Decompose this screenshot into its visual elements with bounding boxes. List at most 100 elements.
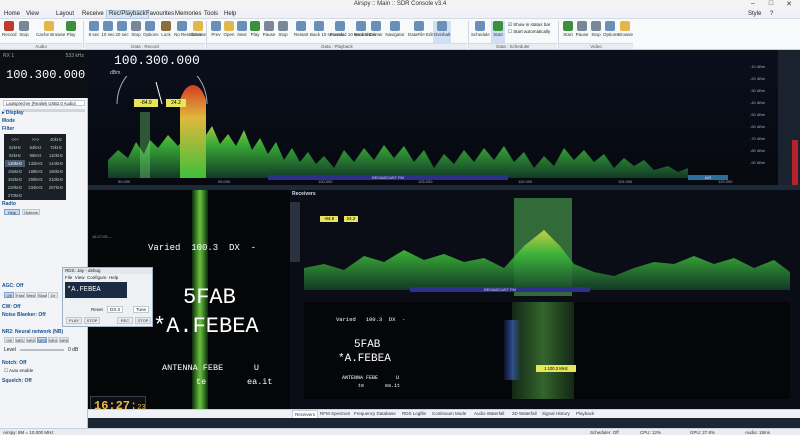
agc-slow-button[interactable]: Slow [37,292,47,298]
playback-play-button[interactable]: Play [248,21,262,37]
record-10sec-button[interactable]: 10 sec [101,21,115,37]
audio-play-button[interactable]: Play [64,21,78,37]
rds-play-button[interactable]: PLAY [66,317,82,324]
filter-option[interactable]: 270kHz [5,192,25,199]
playback-prev-button[interactable]: Prev [209,21,223,37]
menu-view[interactable]: View [26,11,39,17]
filter-option[interactable] [26,192,46,199]
record-options-button[interactable]: Options [143,21,159,37]
audio-record-button[interactable]: Record [2,21,17,37]
filter-option[interactable]: 200kHz [26,176,46,183]
scheduler-schedule-button[interactable]: Schedule [471,21,490,37]
nr1-button[interactable]: NR1 [15,337,25,343]
menu-memories[interactable]: Memories [175,11,201,17]
receivers-waterfall[interactable]: Varied 100.3 DX - 5FAB *A.FEBEA ANTENNA … [304,302,790,399]
rds-rec-stop-button[interactable]: STOP [135,317,151,324]
rx-frequency[interactable]: 100.300.000 [6,68,85,82]
tab-frequency-database[interactable]: Frequency Database [354,411,396,416]
playback-next-button[interactable]: Next [235,21,249,37]
agc-dr-button[interactable]: Dr [48,292,58,298]
playback-navigator-button[interactable]: Navigator [385,21,405,37]
receivers-toolbar[interactable] [290,202,300,262]
playback-back10-button[interactable]: Back 10 seconds [310,21,344,37]
rds-dialog[interactable]: RDS: Jay - debug File View Configure Hel… [62,267,153,327]
menu-layout[interactable]: Layout [56,11,74,17]
level-slider[interactable] [20,349,64,351]
video-stop-button[interactable]: Stop [589,21,603,37]
tab-2d-waterfall[interactable]: 2D Waterfall [512,411,537,416]
notch-auto-enable-check[interactable]: ☐ Auto enable [4,368,33,374]
rds-menu-configure[interactable]: Configure [87,275,107,280]
show-in-statusbar-check[interactable]: ☑ Show in status bar [508,22,550,28]
menu-favourites[interactable]: Favourites [146,11,174,17]
playback-back5min-button[interactable]: Back 5 min [354,21,376,37]
record-no-restriction-button[interactable]: No Restriction [174,21,202,37]
filter-option[interactable]: 210kHz [46,176,66,183]
rds-reset-value[interactable]: DX.3 [107,306,123,313]
section-filter[interactable]: Filter [2,126,86,132]
radio-tab-help[interactable]: Help [4,209,20,215]
rds-stop-button[interactable]: STOP [84,317,100,324]
nr2-button[interactable]: NR2 [26,337,36,343]
menu-tools[interactable]: Tools [204,11,218,17]
nr5-button[interactable]: NR5 [59,337,69,343]
rds-dialog-title[interactable]: RDS: Jay - debug [63,268,152,274]
maximize-button[interactable]: □ [762,0,780,10]
filter-option[interactable]: 72kHz [46,144,66,151]
video-pause-button[interactable]: Pause [575,21,589,37]
video-options-button[interactable]: Options [603,21,619,37]
playback-forward10-button[interactable]: Forward 10 seconds [330,21,371,37]
menu-help[interactable]: Help [224,11,236,17]
agc-off-button[interactable]: Off [4,292,14,298]
playback-pause-button[interactable]: Pause [262,21,276,37]
filter-option[interactable]: 220kHz [5,184,25,191]
agc-med-button[interactable]: Med [26,292,36,298]
receiver-badge[interactable]: 1 100.3 MHz [536,365,576,372]
playback-center-button[interactable]: Center [369,21,383,37]
rx-frequency-panel[interactable]: RX 1 533 kHz 100.300.000 [0,50,88,98]
rds-menu-help[interactable]: Help [109,275,118,280]
section-radio[interactable]: Radio [2,201,86,207]
rds-tune-button[interactable]: Tune [133,306,149,313]
nr-off-button[interactable]: Off [4,337,14,343]
filter-option[interactable]: 234kHz [26,184,46,191]
filter-option[interactable]: 120kHz [5,160,25,167]
record-stop-button[interactable]: Stop [129,21,143,37]
playback-stop-button[interactable]: Stop [276,21,290,37]
rds-menu-view[interactable]: View [75,275,85,280]
main-spectrum[interactable]: 100.300.000 dBm -84.9 24.2 BROADCAST FM … [88,50,778,185]
tab-continuum-mode[interactable]: Continuum Mode [432,411,466,416]
main-frequency-display[interactable]: 100.300.000 [114,53,210,71]
filter-option[interactable]: 156kHz [5,168,25,175]
nr4-button[interactable]: NR4 [48,337,58,343]
video-browse-button[interactable]: Browse [618,21,633,37]
filter-option[interactable]: 40kHz [46,136,66,143]
audio-stop-button[interactable]: Stop [17,21,31,37]
style-menu[interactable]: Style [748,11,761,17]
tab-playback[interactable]: Playback [576,411,594,416]
filter-option[interactable]: 144kHz [46,160,66,167]
rx-passband[interactable] [140,112,150,178]
start-automatically-check[interactable]: ☐ Start automatically [508,29,550,35]
nr3-button[interactable]: NR3 [37,337,47,343]
menu-home[interactable]: Home [4,11,20,17]
tab-rfm-spectrum[interactable]: RFM Spectrum [320,411,350,416]
filter-option[interactable]: 180kHz [46,168,66,175]
record-20sec-button[interactable]: 20 sec [115,21,129,37]
playback-restart-button[interactable]: Restart [294,21,309,37]
record-browse-button[interactable]: Browse [191,21,206,37]
radio-tab-options[interactable]: Options [22,209,40,215]
playback-open-button[interactable]: Open [222,21,236,37]
receivers-spectrum[interactable] [304,198,790,296]
rds-rec-button[interactable]: REC [117,317,133,324]
tab-audio-waterfall[interactable]: Audio Waterfall [474,411,504,416]
filter-option[interactable]: 110kHz [46,152,66,159]
minimize-button[interactable]: – [744,0,762,10]
filter-option[interactable]: 96kHz [26,152,46,159]
filter-option[interactable]: 84kHz [5,152,25,159]
nr2-label[interactable]: NR2: Neural network (NB) [2,329,86,335]
tab-rds-logfile[interactable]: RDS Logfile [402,411,426,416]
filter-option[interactable]: 64kHz [26,144,46,151]
menu-receive[interactable]: Receive [82,11,104,17]
video-start-button[interactable]: Start [561,21,575,37]
